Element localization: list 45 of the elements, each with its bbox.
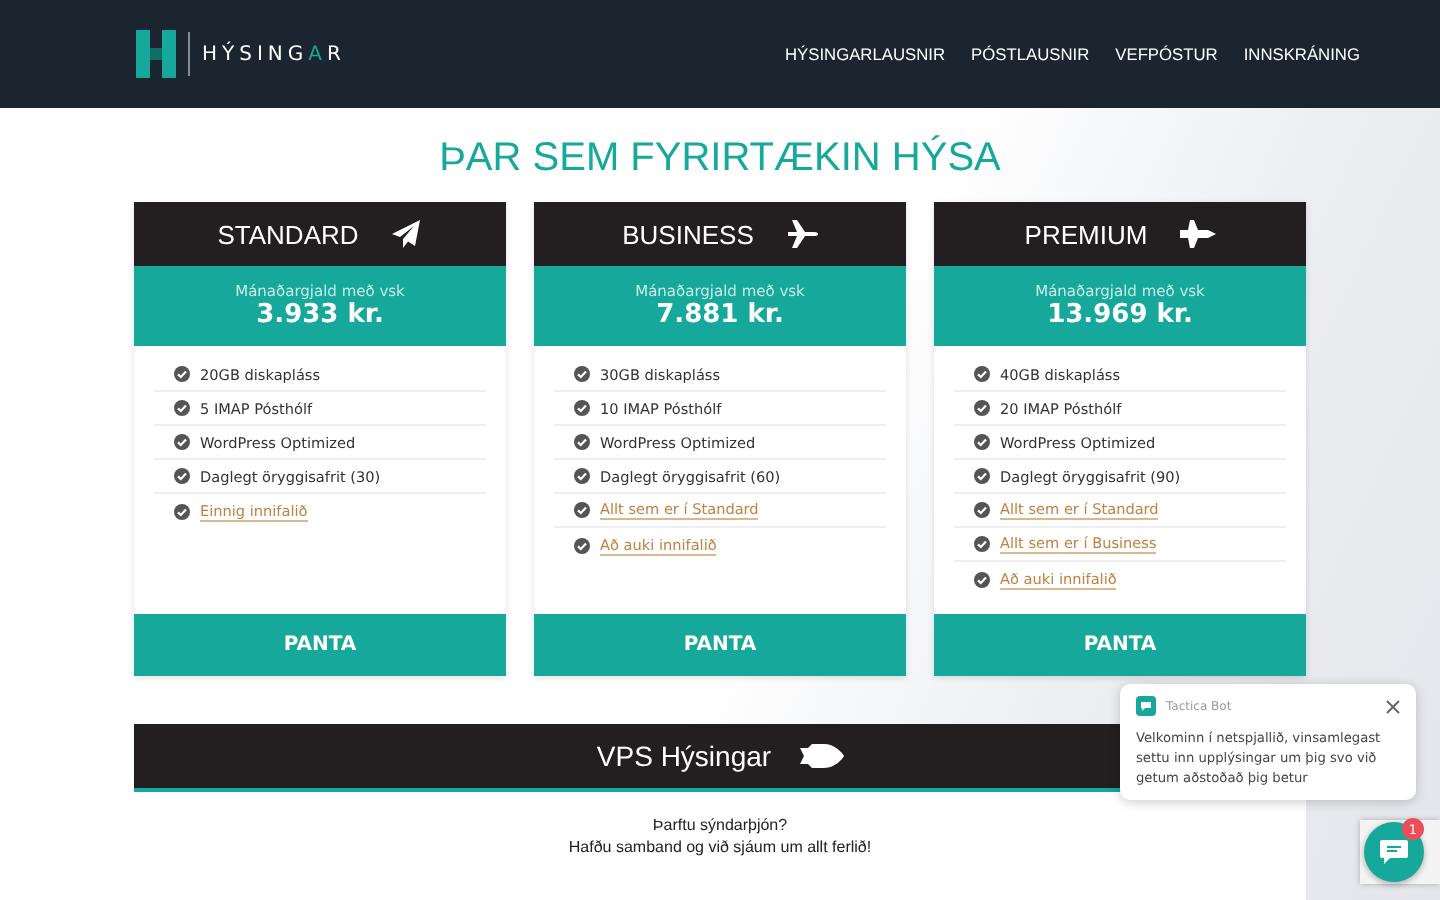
order-button[interactable]: PANTA xyxy=(934,614,1306,676)
plan-name: STANDARD xyxy=(217,219,359,249)
close-icon[interactable] xyxy=(1386,699,1400,713)
order-button[interactable]: PANTA xyxy=(134,614,506,676)
check-circle-icon xyxy=(974,502,990,518)
logo[interactable]: HÝSING A R xyxy=(136,30,346,78)
plan-name: BUSINESS xyxy=(622,219,754,249)
price: 3.933 kr. xyxy=(256,300,384,330)
check-circle-icon xyxy=(974,571,990,587)
check-circle-icon xyxy=(174,503,190,519)
check-circle-icon xyxy=(174,366,190,382)
check-circle-icon xyxy=(174,468,190,484)
price: 13.969 kr. xyxy=(1047,300,1193,330)
check-circle-icon xyxy=(574,502,590,518)
check-circle-icon xyxy=(974,400,990,416)
page-heading: ÞAR SEM FYRIRTÆKIN HÝSA xyxy=(439,134,1001,182)
nav-link[interactable]: PÓSTLAUSNIR xyxy=(971,44,1090,64)
check-circle-icon xyxy=(974,434,990,450)
airplane-icon xyxy=(785,218,818,250)
section-text: Hafðu samband og við sjáum um allt ferlið! xyxy=(568,838,872,856)
plan-name: PREMIUM xyxy=(1024,219,1148,249)
chat-bubble-icon xyxy=(1380,840,1408,864)
section-text: Þarftu sýndarþjón? xyxy=(652,816,788,834)
check-circle-icon xyxy=(574,400,590,416)
check-circle-icon xyxy=(574,468,590,484)
logo-text: HÝSING A R xyxy=(202,43,346,65)
check-circle-icon xyxy=(574,537,590,553)
check-circle-icon xyxy=(574,434,590,450)
shuttle-icon xyxy=(799,744,844,768)
price: 7.881 kr. xyxy=(656,300,784,330)
section-title: VPS Hýsingar xyxy=(596,740,772,772)
check-circle-icon xyxy=(974,366,990,382)
logo-icon xyxy=(136,30,176,78)
check-circle-icon xyxy=(174,434,190,450)
check-circle-icon xyxy=(174,400,190,416)
order-button[interactable]: PANTA xyxy=(534,614,906,676)
nav-link[interactable]: HÝSINGARLAUSNIR xyxy=(784,44,946,64)
check-circle-icon xyxy=(574,366,590,382)
check-circle-icon xyxy=(974,536,990,552)
check-circle-icon xyxy=(974,468,990,484)
paper-plane-icon xyxy=(390,218,423,250)
jet-icon xyxy=(1179,220,1216,248)
nav-link[interactable]: VEFPÓSTUR xyxy=(1115,44,1218,64)
nav-link[interactable]: INNSKRÁNING xyxy=(1243,44,1360,64)
chat-bot-icon xyxy=(1136,696,1156,716)
